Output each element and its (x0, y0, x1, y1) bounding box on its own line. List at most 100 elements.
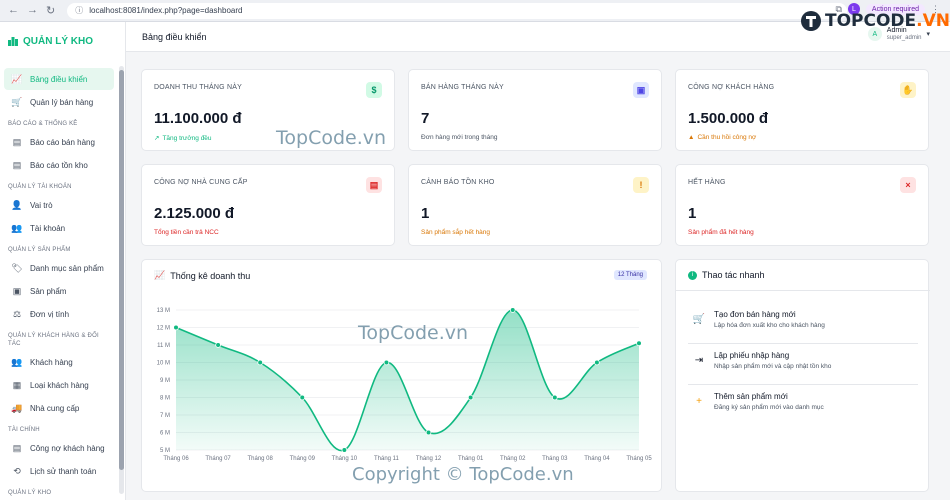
sidebar-scroll-thumb[interactable] (119, 70, 124, 470)
id-card-icon: ▦ (12, 379, 22, 390)
sidebar-item-label: Bảng điều khiển (30, 74, 88, 84)
brand[interactable]: QUẢN LÝ KHO (0, 22, 125, 60)
stat-label: DOANH THU THÁNG NÀY (154, 84, 242, 91)
topcode-logo-icon (801, 11, 821, 31)
quick-actions-title-text: Thao tác nhanh (702, 270, 765, 280)
y-tick-label: 5 M (160, 448, 170, 454)
data-point[interactable] (173, 324, 179, 331)
sidebar-item[interactable]: 🏷 Danh mục sản phẩm (4, 257, 114, 279)
sidebar-menu: 📈 Bảng điều khiển 🛒 Quản lý bán hàng BÁO CÁO… (0, 68, 118, 500)
data-point[interactable] (299, 394, 306, 401)
stat-icon: $ (366, 82, 382, 98)
stat-value: 1.500.000 đ (688, 110, 769, 127)
stat-subtext: Sản phẩm sắp hết hàng (421, 229, 490, 236)
user-shield-icon: 👤 (11, 199, 23, 210)
stat-label: CÔNG NỢ KHÁCH HÀNG (688, 84, 775, 91)
cart-icon: 🛒 (11, 96, 23, 107)
stat-sub-text: Tăng trưởng đều (162, 134, 212, 142)
data-point[interactable] (552, 394, 558, 401)
browser-nav: ← → ↻ (0, 4, 55, 17)
sidebar-item[interactable]: 🚚 Nhà cung cấp (4, 397, 114, 419)
forward-icon[interactable]: → (27, 4, 38, 17)
sidebar-section-label: BÁO CÁO & THỐNG KÊ (8, 121, 78, 127)
sidebar-item[interactable]: 👤 Vai trò (4, 194, 114, 216)
warehouse-logo-icon (8, 37, 18, 46)
truck-icon: 🚚 (11, 402, 23, 413)
y-tick-label: 8 M (160, 396, 170, 402)
sidebar-item[interactable]: ▣ Sản phẩm (4, 280, 114, 302)
sidebar-item-label: Báo cáo tồn kho (30, 160, 88, 170)
sidebar-item[interactable]: 👥 Tài khoản (4, 217, 114, 239)
reload-icon[interactable]: ↻ (46, 4, 55, 17)
stat-card: HẾT HÀNG × 1 Sản phẩm đã hết hàng (675, 164, 929, 246)
stat-label: BÁN HÀNG THÁNG NÀY (421, 84, 504, 91)
quick-action-desc: Đăng ký sản phẩm mới vào danh mục (714, 404, 824, 411)
sidebar-item[interactable]: ▤ Công nợ khách hàng (4, 437, 114, 459)
sidebar-item[interactable]: ▤ Báo cáo tồn kho (4, 154, 114, 176)
sidebar-section-label: QUẢN LÝ KHO (8, 490, 52, 496)
quick-action-desc: Lập hóa đơn xuất kho cho khách hàng (714, 322, 825, 329)
stat-subtext: ↗ Tăng trưởng đều (154, 134, 212, 143)
back-icon[interactable]: ← (8, 4, 19, 17)
cart-plus-icon: 🛒 (692, 313, 706, 325)
stat-subtext: Tổng tiền cần trả NCC (154, 229, 219, 236)
x-tick-label: Tháng 03 (542, 456, 568, 462)
quick-action-title: Lập phiếu nhập hàng (714, 351, 790, 360)
data-point[interactable] (594, 359, 600, 366)
x-tick-label: Tháng 09 (290, 456, 316, 462)
stat-sub-text: Đơn hàng mới trong tháng (421, 134, 498, 141)
revenue-chart-panel: 📈 Thống kê doanh thu 12 Tháng 5 M6 M7 M8… (141, 259, 662, 492)
stat-icon: ▤ (366, 177, 382, 193)
sidebar-item[interactable]: 🛒 Quản lý bán hàng (4, 91, 114, 113)
y-tick-label: 9 M (160, 378, 170, 384)
quick-action-item[interactable]: ⇥ Lập phiếu nhập hàng Nhập sản phẩm mới và… (688, 345, 918, 385)
users-icon: 👥 (11, 356, 23, 367)
report-icon: ▤ (12, 159, 22, 170)
stat-icon: × (900, 177, 916, 193)
sidebar-scrollbar[interactable] (119, 66, 124, 494)
sidebar-item-label: Khách hàng (30, 357, 73, 367)
stat-icon: ▣ (633, 82, 649, 98)
page-title: Bảng điều khiển (142, 31, 207, 42)
data-point[interactable] (509, 307, 516, 313)
sidebar-section-label: QUẢN LÝ SẢN PHẨM (8, 247, 71, 253)
stat-subtext: Sản phẩm đã hết hàng (688, 229, 754, 236)
quick-action-item[interactable]: + Thêm sản phẩm mới Đăng ký sản phẩm mới v… (688, 386, 918, 426)
x-tick-label: Tháng 04 (584, 456, 610, 462)
quick-actions-title: i Thao tác nhanh (688, 270, 765, 280)
stat-sub-icon: ▲ (688, 134, 695, 141)
info-icon: i (688, 270, 697, 280)
x-tick-label: Tháng 11 (374, 456, 400, 462)
data-point[interactable] (467, 394, 474, 401)
sidebar-item[interactable]: ⟲ Lịch sử thanh toán (4, 460, 114, 482)
quick-action-title: Thêm sản phẩm mới (714, 392, 788, 401)
data-point[interactable] (636, 340, 642, 347)
stat-value: 1 (421, 205, 430, 222)
revenue-chart: 5 M 6 M 7 M 8 M 9 M 10 M 11 M 12 M 13 M Tháng 06 T… (157, 307, 652, 462)
y-tick-label: 6 M (160, 431, 170, 437)
sidebar-item[interactable]: ⚖ Đơn vị tính (4, 303, 114, 325)
chart-line-icon: 📈 (11, 73, 23, 84)
quick-action-item[interactable]: 🛒 Tạo đơn bán hàng mới Lập hóa đơn xuất kh… (688, 304, 918, 344)
data-point[interactable] (425, 429, 432, 436)
address-bar[interactable]: ⓘ localhost:8081/index.php?page=dashboar… (67, 2, 848, 19)
data-point[interactable] (215, 342, 221, 348)
y-tick-label: 7 M (160, 413, 170, 419)
stat-value: 11.100.000 đ (154, 110, 242, 127)
data-point[interactable] (341, 447, 348, 453)
sidebar-item[interactable]: ▦ Loại khách hàng (4, 374, 114, 396)
watermark-2: TopCode.vn (358, 322, 469, 344)
site-info-icon[interactable]: ⓘ (75, 5, 83, 16)
stat-label: CÔNG NỢ NHÀ CUNG CẤP (154, 179, 248, 186)
x-tick-label: Tháng 06 (163, 456, 189, 462)
user-role: super_admin (886, 35, 922, 41)
y-tick-label: 11 M (157, 343, 170, 349)
sidebar-item-label: Công nợ khách hàng (30, 443, 105, 453)
sidebar-item[interactable]: 👥 Khách hàng (4, 351, 114, 373)
data-point[interactable] (257, 359, 263, 366)
sidebar-item[interactable]: ▤ Báo cáo bán hàng (4, 131, 114, 153)
data-point[interactable] (383, 359, 390, 366)
topcode-logo-text: TOPCODE.VN (825, 11, 950, 31)
quick-actions-panel: i Thao tác nhanh 🛒 Tạo đơn bán hàng mới Lậ… (675, 259, 930, 492)
sidebar-item[interactable]: 📈 Bảng điều khiển (4, 68, 114, 90)
